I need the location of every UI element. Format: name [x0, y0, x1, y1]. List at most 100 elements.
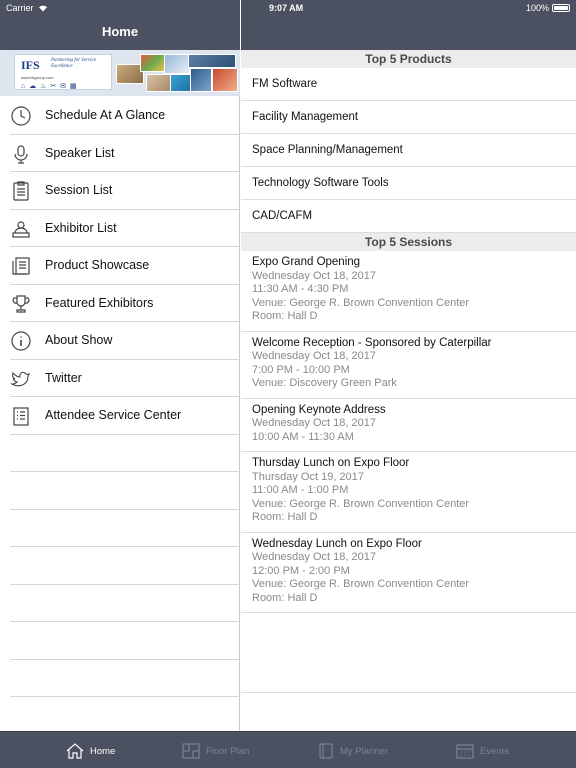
sidebar: Carrier Home IFS Partnering for Service … — [0, 0, 240, 735]
session-title: Wednesday Lunch on Expo Floor — [252, 537, 422, 550]
session-venue: Venue: George R. Brown Convention Center — [252, 578, 470, 590]
list-icon — [13, 407, 29, 426]
logo-text: IFS — [21, 58, 40, 72]
tab-label: My Planner — [340, 745, 389, 757]
booth-icon — [12, 220, 30, 238]
sidebar-item-schedule-at-a-glance[interactable]: Schedule At A Glance — [10, 97, 240, 135]
carrier-status: Carrier — [6, 3, 48, 13]
product-item[interactable]: Technology Software Tools — [241, 167, 576, 200]
tab-floor-plan[interactable]: Floor Plan — [182, 740, 249, 762]
banner-photo — [146, 74, 172, 92]
status-time: 9:07 AM — [269, 3, 304, 13]
sidebar-header: Carrier Home — [0, 0, 240, 50]
empty-row — [10, 472, 240, 510]
product-item[interactable]: Facility Management — [241, 101, 576, 134]
sidebar-item-label: Exhibitor List — [45, 220, 117, 235]
twitter-icon — [10, 371, 31, 386]
session-date: Wednesday Oct 18, 2017 — [252, 417, 376, 429]
sidebar-item-twitter[interactable]: Twitter — [10, 360, 240, 397]
empty-row — [241, 613, 576, 693]
sidebar-item-label: Schedule At A Glance — [45, 108, 166, 122]
sidebar-item-exhibitor-list[interactable]: Exhibitor List — [10, 210, 240, 247]
sidebar-item-label: Product Showcase — [45, 258, 150, 272]
sidebar-item-label: Attendee Service Center — [45, 408, 182, 422]
tab-events[interactable]: Events — [456, 740, 509, 762]
home-icon — [66, 743, 84, 759]
session-item[interactable]: Welcome Reception - Sponsored by Caterpi… — [241, 332, 576, 399]
empty-row — [10, 585, 240, 622]
session-item[interactable]: Wednesday Lunch on Expo Floor Wednesday … — [241, 533, 576, 613]
session-time: 10:00 AM - 11:30 AM — [252, 430, 354, 443]
service-icons: ⌂ ☁ ♨ ✂ ✉ ▦ — [21, 83, 78, 90]
session-room: Room: Hall D — [252, 310, 318, 322]
empty-row — [10, 660, 240, 697]
catalog-icon — [12, 257, 30, 275]
banner-photo — [212, 68, 238, 92]
info-icon — [11, 331, 31, 351]
session-time: 12:00 PM - 2:00 PM — [252, 564, 350, 577]
session-venue: Venue: George R. Brown Convention Center — [252, 497, 470, 510]
product-item[interactable]: CAD/CAFM — [241, 200, 576, 233]
tab-my-planner[interactable]: My Planner — [318, 740, 388, 762]
sidebar-item-speaker-list[interactable]: Speaker List — [10, 135, 240, 172]
product-item[interactable]: FM Software — [241, 68, 576, 101]
tab-label: Home — [90, 745, 116, 757]
sessions-section-header: Top 5 Sessions — [241, 233, 576, 251]
battery-percent: 100% — [525, 3, 549, 13]
session-item[interactable]: Expo Grand Opening Wednesday Oct 18, 201… — [241, 251, 576, 332]
banner-photo — [140, 54, 166, 72]
sidebar-item-product-showcase[interactable]: Product Showcase — [10, 247, 240, 285]
banner-photo — [188, 54, 236, 68]
sidebar-item-label: Speaker List — [45, 145, 115, 160]
session-time: 11:00 AM - 1:00 PM — [252, 484, 349, 496]
session-title: Thursday Lunch on Expo Floor — [252, 457, 410, 469]
sidebar-item-attendee-service-center[interactable]: Attendee Service Center — [10, 397, 240, 435]
main-scroll[interactable]: Top 5 Products FM Software Facility Mana… — [241, 50, 576, 693]
session-title: Opening Keynote Address — [252, 403, 386, 416]
sidebar-item-label: Featured Exhibitors — [45, 295, 154, 310]
sidebar-title: Home — [101, 24, 139, 39]
tab-label: Events — [480, 745, 510, 757]
logo-url: www.ifsgroup.com — [21, 75, 54, 80]
session-title: Expo Grand Opening — [252, 256, 361, 268]
empty-row — [10, 547, 240, 585]
banner-photo — [164, 54, 190, 74]
sidebar-menu: Schedule At A Glance Speaker List Sessio… — [0, 97, 240, 735]
product-item[interactable]: Space Planning/Management — [241, 134, 576, 167]
floor-plan-icon — [182, 743, 200, 759]
sidebar-item-session-list[interactable]: Session List — [10, 172, 240, 210]
wifi-icon — [38, 5, 47, 12]
sponsor-banner[interactable]: IFS Partnering for Service Excellence ww… — [0, 50, 240, 96]
trophy-icon — [12, 294, 30, 313]
sidebar-item-about-show[interactable]: About Show — [10, 322, 240, 360]
banner-photo — [190, 68, 212, 92]
empty-row — [10, 510, 240, 547]
ifs-logo: IFS Partnering for Service Excellence ww… — [14, 54, 112, 90]
battery-icon — [552, 4, 570, 12]
session-venue: Venue: George R. Brown Convention Center — [252, 296, 470, 309]
products-section-header: Top 5 Products — [241, 50, 576, 68]
tab-label: Floor Plan — [206, 745, 250, 757]
sidebar-item-featured-exhibitors[interactable]: Featured Exhibitors — [10, 285, 240, 322]
clock-icon — [11, 106, 31, 126]
carrier-label: Carrier — [6, 3, 34, 13]
session-date: Wednesday Oct 18, 2017 — [252, 551, 376, 563]
logo-tagline: Partnering for Service Excellence — [51, 58, 96, 69]
session-item[interactable]: Thursday Lunch on Expo Floor Thursday Oc… — [241, 452, 576, 533]
tab-home[interactable]: Home — [66, 740, 115, 762]
sidebar-item-label: Session List — [45, 183, 113, 197]
session-room: Room: Hall D — [252, 591, 318, 604]
microphone-icon — [14, 144, 28, 164]
session-title: Welcome Reception - Sponsored by Caterpi… — [252, 336, 492, 349]
session-time: 11:30 AM - 4:30 PM — [252, 283, 349, 295]
session-room: Room: Hall D — [252, 511, 318, 523]
battery-status: 100% — [526, 3, 570, 13]
clipboard-icon — [13, 181, 29, 201]
session-date: Wednesday Oct 18, 2017 — [252, 350, 376, 362]
session-item[interactable]: Opening Keynote Address Wednesday Oct 18… — [241, 399, 576, 452]
session-date: Wednesday Oct 18, 2017 — [252, 269, 376, 282]
main-content: 9:07 AM 100% Top 5 Products FM Software … — [241, 0, 576, 731]
banner-photo — [170, 74, 192, 92]
sidebar-item-label: Twitter — [45, 370, 82, 385]
session-date: Thursday Oct 19, 2017 — [252, 470, 364, 483]
